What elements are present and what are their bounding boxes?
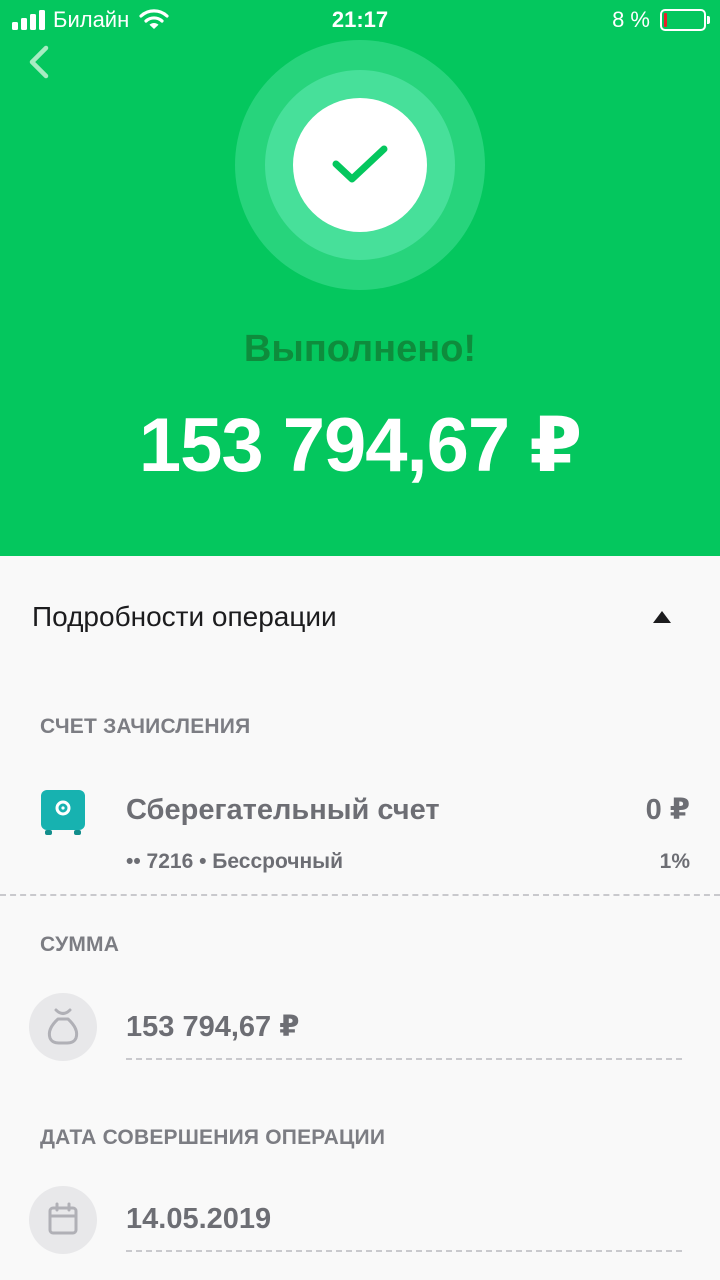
account-balance: 0 ₽ — [645, 794, 690, 826]
details-title: Подробности операции — [32, 601, 337, 632]
safe-icon — [41, 790, 85, 835]
date-section-label: ДАТА СОВЕРШЕНИЯ ОПЕРАЦИИ — [40, 1126, 386, 1149]
amount-underline — [126, 1058, 682, 1060]
checkmark-icon — [332, 145, 388, 183]
money-bag-icon — [29, 993, 97, 1061]
battery-level — [664, 13, 667, 27]
success-header: Билайн 21:17 8 % Выполнено! 153 794,67 ₽ — [0, 0, 720, 556]
date-underline — [126, 1250, 682, 1252]
triangle-up-icon[interactable] — [652, 610, 672, 624]
battery-percent: 8 % — [612, 7, 650, 32]
status-right: 8 % — [612, 6, 710, 34]
account-name: Сберегательный счет — [126, 794, 440, 826]
battery-icon — [660, 9, 710, 31]
amount-section-label: СУММА — [40, 933, 120, 956]
status-bar: Билайн 21:17 8 % — [0, 0, 720, 40]
section-divider — [0, 894, 720, 896]
calendar-icon — [29, 1186, 97, 1254]
back-button[interactable] — [20, 40, 60, 84]
status-title: Выполнено! — [243, 328, 477, 370]
amount-value: 153 794,67 ₽ — [126, 1011, 300, 1043]
account-number-term: •• 7216 • Бессрочный — [126, 850, 343, 873]
account-section-label: СЧЕТ ЗАЧИСЛЕНИЯ — [40, 715, 251, 738]
transfer-amount: 153 794,67 ₽ — [138, 403, 582, 488]
date-value: 14.05.2019 — [126, 1203, 272, 1235]
account-rate: 1% — [659, 850, 690, 873]
details-toggle[interactable]: Подробности операции — [0, 556, 720, 680]
